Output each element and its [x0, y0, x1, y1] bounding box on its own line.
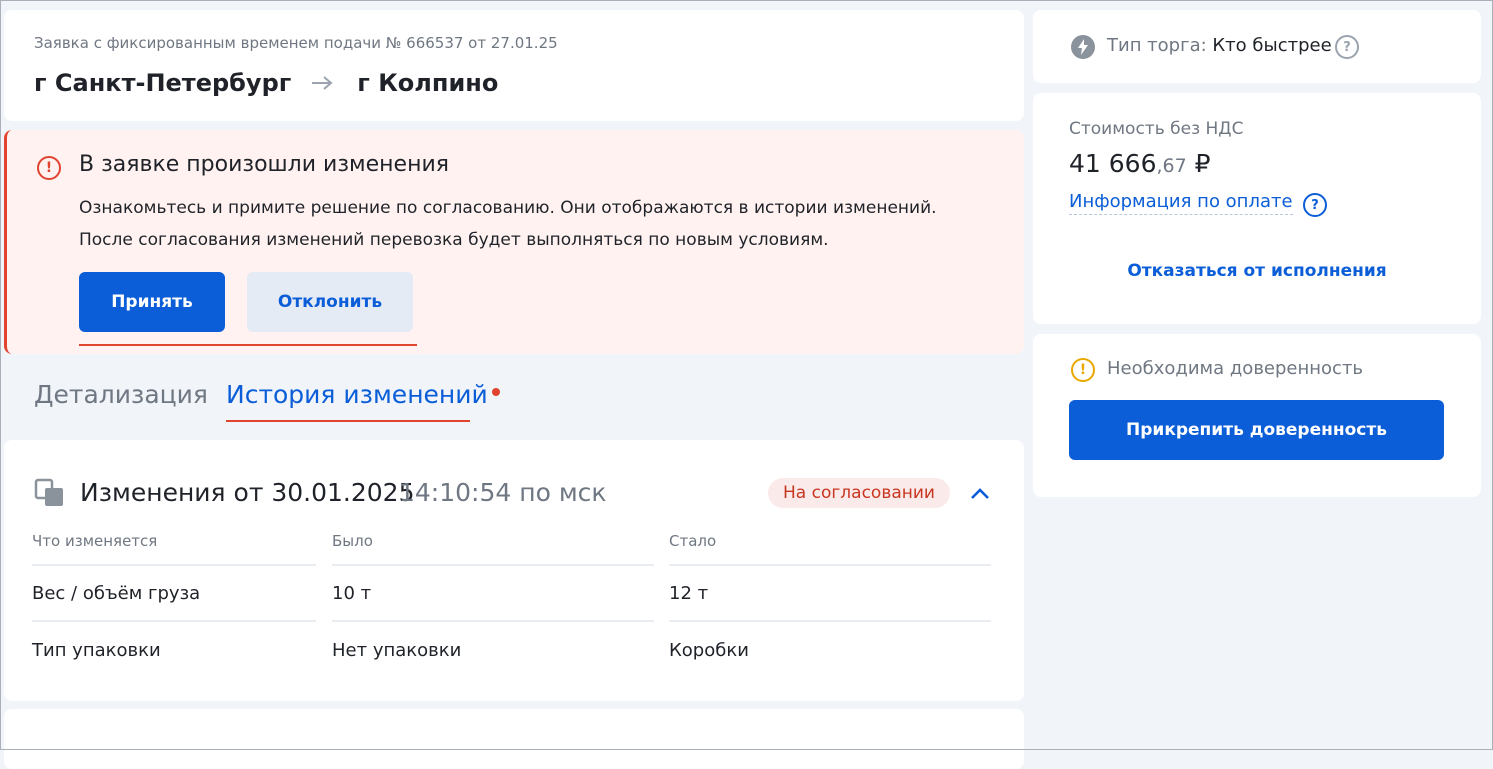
trade-type-card: Тип торга: Кто быстрее ? [1033, 10, 1481, 83]
table-row: Вес / объём груза 10 т 12 т [32, 566, 992, 622]
next-card [4, 709, 1024, 769]
trade-type-value: Кто быстрее [1212, 35, 1332, 56]
buttons-underline [79, 344, 417, 346]
table-cell: Вес / объём груза [32, 566, 316, 622]
currency-sign: ₽ [1194, 149, 1211, 178]
payment-info-link[interactable]: Информация по оплате [1069, 191, 1293, 215]
question-circle-icon[interactable]: ? [1335, 35, 1359, 59]
tab-details[interactable]: Детализация [34, 380, 208, 409]
price-cents: ,67 [1156, 155, 1187, 177]
alert-text: Ознакомьтесь и примите решение по соглас… [79, 192, 1009, 256]
attach-power-of-attorney-button[interactable]: Прикрепить доверенность [1069, 400, 1444, 460]
refuse-link[interactable]: Отказаться от исполнения [1033, 261, 1481, 281]
documents-icon [34, 478, 63, 506]
status-badge: На согласовании [768, 478, 950, 508]
exclamation-circle-icon: ! [37, 156, 61, 180]
question-circle-icon[interactable]: ? [1303, 193, 1327, 217]
column-header: Что изменяется [32, 528, 316, 566]
accept-button[interactable]: Принять [79, 272, 225, 332]
table-cell: Коробки [669, 639, 749, 661]
column-header: Стало [669, 528, 991, 566]
table-cell: 10 т [332, 566, 654, 622]
route: г Санкт-Петербург г Колпино [34, 66, 498, 100]
lightning-icon [1071, 35, 1095, 59]
order-header: Заявка с фиксированным временем подачи №… [4, 10, 1024, 121]
table-header-row: Что изменяется Было Стало [32, 528, 992, 566]
table-cell: Тип упаковки [32, 639, 161, 661]
power-of-attorney-notice: Необходима доверенность [1107, 358, 1364, 379]
power-of-attorney-card: ! Необходима доверенность Прикрепить дов… [1033, 334, 1481, 497]
trade-type-label: Тип торга: [1107, 35, 1207, 56]
alert-title: В заявке произошли изменения [79, 152, 449, 177]
table-cell: Нет упаковки [332, 639, 462, 661]
warning-icon: ! [1071, 358, 1095, 382]
column-header: Было [332, 528, 654, 566]
tab-active-underline [226, 420, 470, 422]
chevron-up-icon[interactable] [966, 480, 994, 508]
changes-alert: ! В заявке произошли изменения Ознакомьт… [4, 130, 1024, 354]
tab-history[interactable]: История изменений [226, 380, 500, 409]
changes-card: Изменения от 30.01.2025 14:10:54 по мск … [4, 440, 1024, 701]
trade-type: Тип торга: Кто быстрее [1107, 35, 1332, 56]
table-cell: 12 т [669, 566, 991, 622]
price-value: 41 666,67 ₽ [1069, 149, 1211, 178]
decline-button[interactable]: Отклонить [247, 272, 413, 332]
arrow-right-icon [311, 69, 333, 97]
table-row: Тип упаковки Нет упаковки Коробки [32, 622, 992, 678]
changes-title: Изменения от 30.01.2025 [80, 478, 415, 507]
alert-line-1: Ознакомьтесь и примите решение по соглас… [79, 198, 937, 218]
price-label: Стоимость без НДС [1069, 119, 1244, 139]
order-subtitle: Заявка с фиксированным временем подачи №… [34, 34, 558, 52]
changes-time: 14:10:54 по мск [399, 478, 607, 507]
route-from: г Санкт-Петербург [34, 69, 292, 97]
price-card: Стоимость без НДС 41 666,67 ₽ Информация… [1033, 93, 1481, 324]
alert-line-2: После согласования изменений перевозка б… [79, 230, 829, 250]
notification-dot [491, 388, 500, 396]
changes-table: Что изменяется Было Стало Вес / объём гр… [32, 528, 992, 678]
route-to: г Колпино [357, 69, 499, 97]
price-main: 41 666 [1069, 149, 1157, 178]
tab-history-label: История изменений [226, 380, 488, 409]
